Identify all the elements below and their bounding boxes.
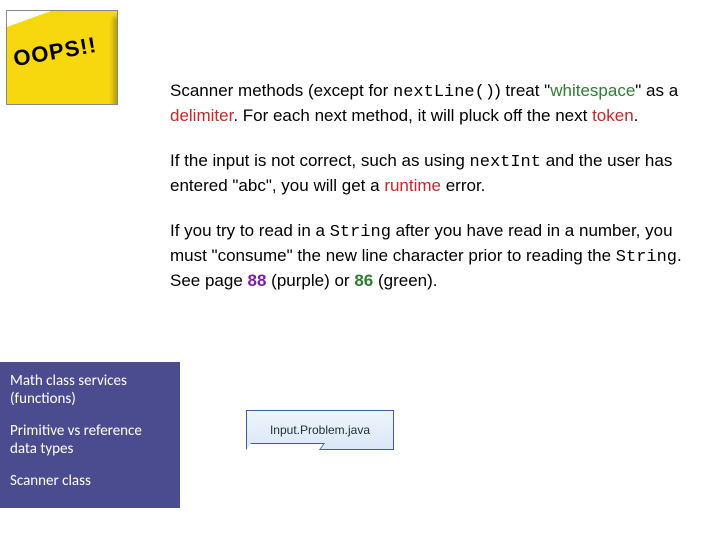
highlight-token: token (592, 106, 634, 125)
paragraph-1: Scanner methods (except for nextLine()) … (170, 80, 708, 128)
text: If you try to read in a (170, 221, 330, 240)
file-link-card[interactable]: Input.Problem.java (246, 410, 394, 450)
sidebar-item-math[interactable]: Math class services (functions) (10, 372, 170, 408)
paragraph-3: If you try to read in a String after you… (170, 220, 708, 293)
code-string-1: String (330, 223, 391, 242)
text: error. (441, 176, 485, 195)
page-88: 88 (248, 271, 267, 290)
code-string-2: String (616, 248, 677, 267)
highlight-runtime: runtime (384, 176, 441, 195)
text: . For each next method, it will pluck of… (233, 106, 592, 125)
text: (purple) or (266, 271, 354, 290)
text: . (634, 106, 639, 125)
main-content: Scanner methods (except for nextLine()) … (170, 80, 708, 315)
page-86: 86 (354, 271, 373, 290)
paragraph-2: If the input is not correct, such as usi… (170, 150, 708, 198)
oops-image: OOPS!! (6, 10, 118, 105)
highlight-whitespace: whitespace (550, 81, 635, 100)
file-link-label: Input.Problem.java (270, 423, 370, 437)
sidebar-item-primitive[interactable]: Primitive vs reference data types (10, 422, 170, 458)
text: " as a (635, 81, 678, 100)
sidebar-item-scanner[interactable]: Scanner class (10, 472, 170, 490)
highlight-delimiter: delimiter (170, 106, 233, 125)
text: (green). (373, 271, 437, 290)
text: If the input is not correct, such as usi… (170, 151, 470, 170)
sidebar: Math class services (functions) Primitiv… (0, 362, 180, 508)
text: ) treat " (495, 81, 550, 100)
oops-image-text: OOPS!! (11, 32, 98, 72)
code-nextline: nextLine() (393, 83, 495, 102)
code-nextint: nextInt (470, 153, 541, 172)
text: Scanner methods (except for (170, 81, 393, 100)
